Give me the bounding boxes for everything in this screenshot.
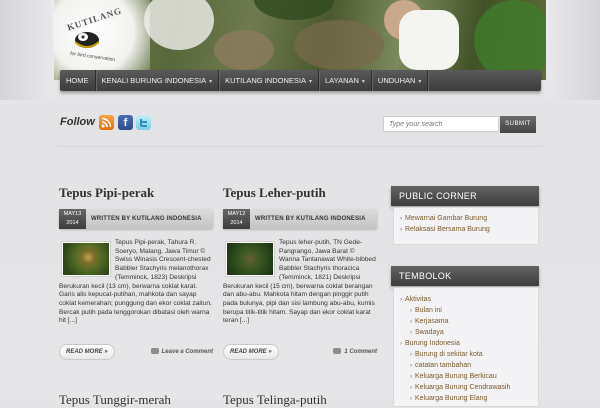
category-link[interactable]: › Aktivitas	[400, 294, 532, 305]
category-link[interactable]: › Keluarga Burung Berkicau	[400, 371, 532, 382]
nav-item-kutilang-indonesia[interactable]: KUTILANG INDONESIA ▾	[219, 70, 319, 91]
chevron-down-icon: ▾	[209, 79, 213, 85]
category-label: Burung di sekitar kota	[415, 351, 483, 358]
post-title-link[interactable]: Tepus Tunggir-merah	[59, 392, 171, 408]
category-label: Swadaya	[415, 329, 444, 336]
nav-item-home[interactable]: HOME	[60, 70, 96, 91]
chevron-right-icon: ›	[410, 352, 412, 358]
photo-soil	[214, 30, 274, 70]
post-date-badge: MAY12 2014	[223, 209, 250, 229]
nav-label: LAYANAN	[325, 76, 359, 85]
bird-photo	[63, 243, 109, 275]
right-edge-shade	[548, 0, 600, 100]
chevron-right-icon: ›	[410, 308, 412, 314]
facebook-icon[interactable]: f	[118, 115, 133, 130]
chevron-right-icon: ›	[410, 319, 412, 325]
widget-title-tembolok: TEMBOLOK	[391, 266, 539, 286]
chevron-right-icon: ›	[400, 341, 402, 347]
chevron-right-icon: ›	[400, 216, 402, 222]
date-month-day: MAY12	[227, 211, 246, 217]
nav-label: KENALI BURUNG INDONESIA	[101, 76, 207, 85]
post-meta-bar: MAY12 2014 WRITTEN BY KUTILANG INDONESIA	[223, 209, 377, 229]
category-label: Aktivitas	[405, 296, 432, 303]
widget-link-label: Relaksasi Bersama Burung	[405, 226, 490, 233]
main-navigation: HOME KENALI BURUNG INDONESIA ▾ KUTILANG I…	[60, 70, 541, 91]
category-label: Bulan ini	[415, 307, 442, 314]
chevron-right-icon: ›	[400, 297, 402, 303]
comments-label: 1 Comment	[344, 349, 377, 355]
nav-label: HOME	[66, 76, 89, 85]
category-link[interactable]: › Burung di sekitar kota	[400, 349, 532, 360]
post-title-link[interactable]: Tepus Leher-putih	[223, 185, 377, 203]
bird-logo-icon	[74, 32, 100, 48]
category-label: catatan tambahan	[415, 362, 472, 369]
comment-bubble-icon	[333, 348, 342, 354]
search-submit-button[interactable]: SUBMIT	[500, 116, 536, 133]
twitter-icon[interactable]	[136, 115, 151, 130]
category-link[interactable]: › Keluarga Burung Elang	[400, 393, 532, 404]
nav-item-layanan[interactable]: LAYANAN ▾	[319, 70, 372, 91]
category-label: Keluarga Burung Cendrawasih	[415, 384, 511, 391]
comments-link[interactable]: Leave a Comment	[150, 348, 213, 355]
widget-link-label: Mewarnai Gambar Burung	[405, 215, 488, 222]
read-more-button[interactable]: READ MORE »	[59, 344, 115, 360]
photo-person-shirt	[144, 0, 214, 50]
content-divider	[58, 146, 542, 147]
chevron-right-icon: ›	[400, 227, 402, 233]
rss-icon[interactable]	[99, 115, 114, 130]
comment-bubble-icon	[150, 348, 159, 354]
chevron-down-icon: ▾	[308, 79, 312, 85]
chevron-right-icon: ›	[410, 374, 412, 380]
widget-public-corner: › Mewarnai Gambar Burung › Relaksasi Bersa…	[393, 207, 539, 245]
nav-label: UNDUHAN	[377, 76, 416, 85]
left-edge-shade	[0, 0, 52, 100]
category-label: Keluarga Burung Elang	[415, 395, 488, 402]
nav-label: KUTILANG INDONESIA	[225, 76, 306, 85]
chevron-down-icon: ▾	[418, 79, 422, 85]
post-meta-bar: MAY13 2014 WRITTEN BY KUTILANG INDONESIA	[59, 209, 213, 229]
photo-ground	[294, 20, 384, 70]
chevron-right-icon: ›	[410, 330, 412, 336]
photo-child-shirt	[399, 10, 459, 70]
widget-tembolok: › Aktivitas › Bulan ini › Kerjasama › Swaday…	[393, 287, 539, 407]
widget-link[interactable]: › Mewarnai Gambar Burung	[400, 213, 532, 224]
date-year: 2014	[230, 220, 243, 226]
category-link[interactable]: › Burung Indonesia	[400, 338, 532, 349]
nav-item-unduhan[interactable]: UNDUHAN ▾	[372, 70, 429, 91]
chevron-right-icon: ›	[410, 396, 412, 402]
post-date-badge: MAY13 2014	[59, 209, 86, 229]
nav-item-kenali-burung[interactable]: KENALI BURUNG INDONESIA ▾	[96, 70, 220, 91]
comments-link[interactable]: 1 Comment	[333, 348, 377, 355]
chevron-right-icon: ›	[410, 363, 412, 369]
widget-title-public-corner: PUBLIC CORNER	[391, 186, 539, 206]
category-label: Burung Indonesia	[405, 340, 460, 347]
category-link[interactable]: › catatan tambahan	[400, 360, 532, 371]
category-link[interactable]: › Swadaya	[400, 327, 532, 338]
bird-photo	[227, 243, 273, 275]
date-year: 2014	[66, 220, 79, 226]
category-label: Keluarga Burung Berkicau	[415, 373, 497, 380]
post-thumbnail[interactable]	[225, 241, 275, 277]
photo-foliage	[474, 0, 546, 80]
post-card: Tepus Leher-putih MAY12 2014 WRITTEN BY …	[223, 185, 377, 360]
date-month-day: MAY13	[63, 211, 82, 217]
post-byline[interactable]: WRITTEN BY KUTILANG INDONESIA	[255, 209, 366, 229]
category-link[interactable]: › Keluarga Burung Cendrawasih	[400, 382, 532, 393]
search-input[interactable]	[383, 116, 499, 132]
category-link[interactable]: › Kerjasama	[400, 316, 532, 327]
post-title-link[interactable]: Tepus Telinga-putih	[223, 392, 327, 408]
widget-link[interactable]: › Relaksasi Bersama Burung	[400, 224, 532, 235]
post-title-link[interactable]: Tepus Pipi-perak	[59, 185, 213, 203]
post-card: Tepus Pipi-perak MAY13 2014 WRITTEN BY K…	[59, 185, 213, 360]
chevron-down-icon: ▾	[361, 79, 365, 85]
chevron-right-icon: ›	[410, 385, 412, 391]
post-byline[interactable]: WRITTEN BY KUTILANG INDONESIA	[91, 209, 202, 229]
comments-label: Leave a Comment	[161, 349, 213, 355]
photo-leaves	[254, 0, 334, 20]
follow-label: Follow	[60, 116, 95, 128]
category-link[interactable]: › Bulan ini	[400, 305, 532, 316]
category-label: Kerjasama	[415, 318, 449, 325]
read-more-button[interactable]: READ MORE »	[223, 344, 279, 360]
post-thumbnail[interactable]	[61, 241, 111, 277]
